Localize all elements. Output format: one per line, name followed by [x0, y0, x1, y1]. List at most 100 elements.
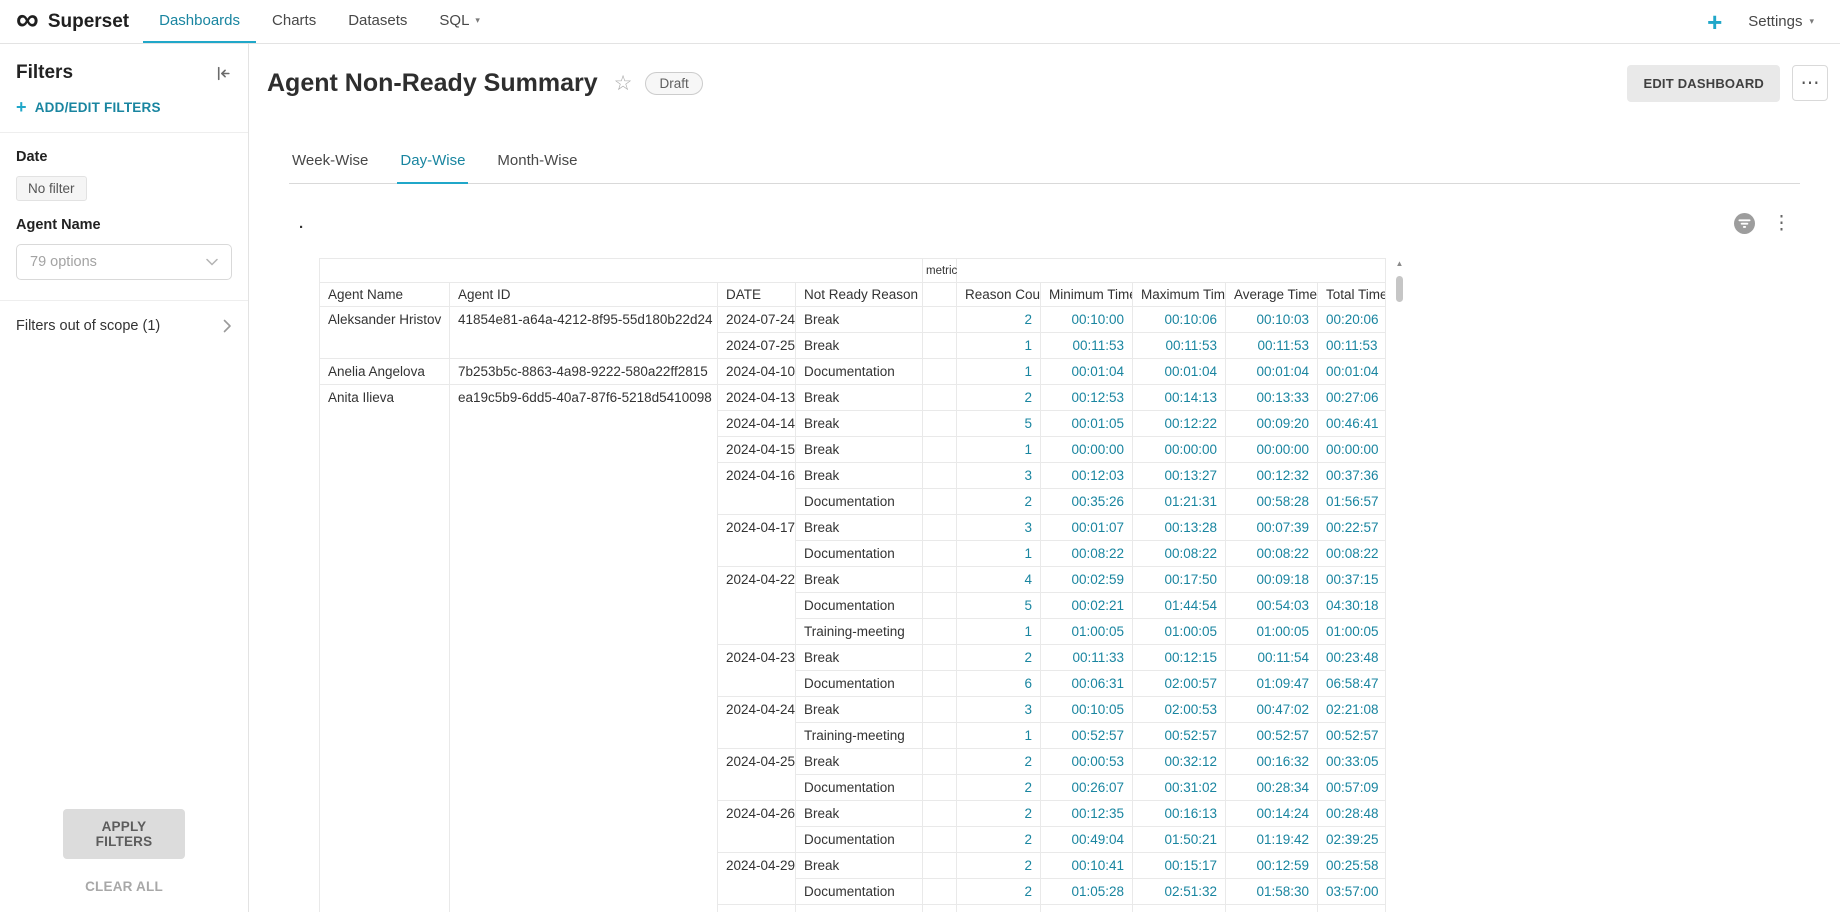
max-time-cell: 01:50:21: [1133, 827, 1226, 853]
date-filter-value-chip[interactable]: No filter: [16, 176, 87, 201]
max-time-cell: 02:00:57: [1133, 671, 1226, 697]
avg-time-cell: 00:01:04: [1226, 359, 1318, 385]
date-cell: 2024-05-01: [718, 905, 796, 912]
favorite-star-icon[interactable]: ☆: [614, 71, 633, 96]
metric-axis-label: metric: [923, 259, 957, 283]
collapse-sidebar-button[interactable]: [215, 65, 232, 82]
metric-spacer-cell: [923, 437, 957, 463]
reason-cell: Break: [796, 801, 923, 827]
avg-time-cell: 01:58:30: [1226, 879, 1318, 905]
max-time-cell: 02:00:53: [1133, 697, 1226, 723]
avg-time-cell: 00:28:34: [1226, 775, 1318, 801]
tab-week-wise[interactable]: Week-Wise: [289, 138, 371, 184]
max-time-cell: 00:32:12: [1133, 749, 1226, 775]
dashboard-more-button[interactable]: ⋯: [1792, 65, 1828, 101]
apply-filters-button[interactable]: APPLY FILTERS: [63, 809, 185, 859]
metric-spacer-cell: [923, 541, 957, 567]
date-cell: 2024-04-16: [718, 463, 796, 515]
avg-time-cell: 00:07:39: [1226, 515, 1318, 541]
min-time-cell: 00:10:10: [1041, 905, 1133, 912]
table-scrollbar[interactable]: ▲: [1393, 260, 1406, 912]
max-time-cell: 00:11:53: [1133, 333, 1226, 359]
reason-cell: Break: [796, 515, 923, 541]
reason-cell: Documentation: [796, 671, 923, 697]
plus-icon: +: [16, 98, 27, 116]
max-time-cell: 00:52:57: [1133, 723, 1226, 749]
avg-time-cell: 00:12:32: [1226, 463, 1318, 489]
agent-name-filter-label: Agent Name: [16, 217, 232, 233]
main-nav: Dashboards Charts Datasets SQL ▾: [143, 0, 496, 43]
edit-dashboard-button[interactable]: EDIT DASHBOARD: [1627, 65, 1780, 102]
scrollbar-thumb[interactable]: [1396, 276, 1403, 302]
metric-spacer-cell: [923, 359, 957, 385]
draft-status-badge: Draft: [645, 72, 702, 95]
metric-column-header: Reason Count: [957, 283, 1041, 307]
nav-item-dashboards[interactable]: Dashboards: [143, 0, 256, 43]
metric-spacer-cell: [923, 879, 957, 905]
metric-spacer-cell: [923, 749, 957, 775]
total-time-cell: 00:25:58: [1318, 853, 1386, 879]
total-time-cell: 00:27:06: [1318, 385, 1386, 411]
metric-column-header: Average Time: [1226, 283, 1318, 307]
select-placeholder: 79 options: [30, 254, 97, 270]
date-cell: 2024-04-23: [718, 645, 796, 697]
superset-logo[interactable]: ∞ Superset: [16, 0, 129, 43]
settings-menu[interactable]: Settings ▾: [1748, 13, 1814, 30]
metric-spacer-cell: [923, 307, 957, 333]
metric-column-header: Total Time: [1318, 283, 1386, 307]
reason-count-cell: 2: [957, 879, 1041, 905]
tab-month-wise[interactable]: Month-Wise: [494, 138, 580, 184]
total-time-cell: 00:33:05: [1318, 749, 1386, 775]
filters-out-of-scope-row[interactable]: Filters out of scope (1): [0, 300, 248, 351]
reason-cell: Break: [796, 645, 923, 671]
add-edit-filters-label: ADD/EDIT FILTERS: [35, 100, 161, 115]
add-edit-filters-button[interactable]: + ADD/EDIT FILTERS: [16, 98, 232, 116]
metric-spacer-cell: [923, 723, 957, 749]
date-cell: 2024-04-17: [718, 515, 796, 567]
nav-item-datasets[interactable]: Datasets: [332, 0, 423, 43]
min-time-cell: 00:52:57: [1041, 723, 1133, 749]
metric-spacer-cell: [923, 333, 957, 359]
tab-day-wise[interactable]: Day-Wise: [397, 138, 468, 184]
table-row: Anelia Angelova7b253b5c-8863-4a98-9222-5…: [320, 359, 1386, 385]
reason-count-cell: 1: [957, 619, 1041, 645]
filter-funnel-icon: [1733, 212, 1756, 235]
min-time-cell: 00:12:35: [1041, 801, 1133, 827]
total-time-cell: 00:08:22: [1318, 541, 1386, 567]
min-time-cell: 00:11:33: [1041, 645, 1133, 671]
min-time-cell: 00:00:53: [1041, 749, 1133, 775]
reason-cell: Documentation: [796, 359, 923, 385]
reason-cell: Break: [796, 697, 923, 723]
avg-time-cell: 00:16:32: [1226, 749, 1318, 775]
clear-all-button[interactable]: CLEAR ALL: [85, 879, 163, 894]
agent-name-select[interactable]: 79 options: [16, 244, 232, 280]
reason-count-cell: 2: [957, 749, 1041, 775]
avg-time-cell: 01:19:42: [1226, 827, 1318, 853]
metric-spacer-cell: [923, 775, 957, 801]
chart-kebab-menu-button[interactable]: ⋮: [1769, 212, 1794, 235]
max-time-cell: 00:13:27: [1133, 463, 1226, 489]
max-time-cell: 01:21:31: [1133, 489, 1226, 515]
agent-id-cell: 41854e81-a64a-4212-8f95-55d180b22d24: [450, 307, 718, 359]
nav-item-sql[interactable]: SQL ▾: [423, 0, 496, 43]
reason-count-cell: 2: [957, 385, 1041, 411]
scroll-up-arrow-icon[interactable]: ▲: [1396, 260, 1404, 268]
avg-time-cell: 00:08:22: [1226, 541, 1318, 567]
total-time-cell: 02:39:25: [1318, 827, 1386, 853]
nav-item-charts[interactable]: Charts: [256, 0, 332, 43]
reason-count-cell: 5: [957, 593, 1041, 619]
new-item-button[interactable]: +: [1707, 9, 1722, 35]
min-time-cell: 00:10:05: [1041, 697, 1133, 723]
metric-spacer-cell: [923, 697, 957, 723]
reason-count-cell: 1: [957, 437, 1041, 463]
total-time-cell: 00:23:48: [1318, 645, 1386, 671]
agent-name-cell: Anita Ilieva: [320, 385, 450, 912]
pivot-table: metricAgent NameAgent IDDATENot Ready Re…: [319, 258, 1386, 912]
date-cell: 2024-04-10: [718, 359, 796, 385]
chart-filter-indicator-button[interactable]: [1733, 212, 1756, 235]
metric-spacer-cell: [923, 645, 957, 671]
dashboard-title: Agent Non-Ready Summary: [267, 69, 598, 98]
pivot-table-container: metricAgent NameAgent IDDATENot Ready Re…: [319, 258, 1409, 912]
min-time-cell: 00:11:53: [1041, 333, 1133, 359]
reason-cell: Break: [796, 463, 923, 489]
